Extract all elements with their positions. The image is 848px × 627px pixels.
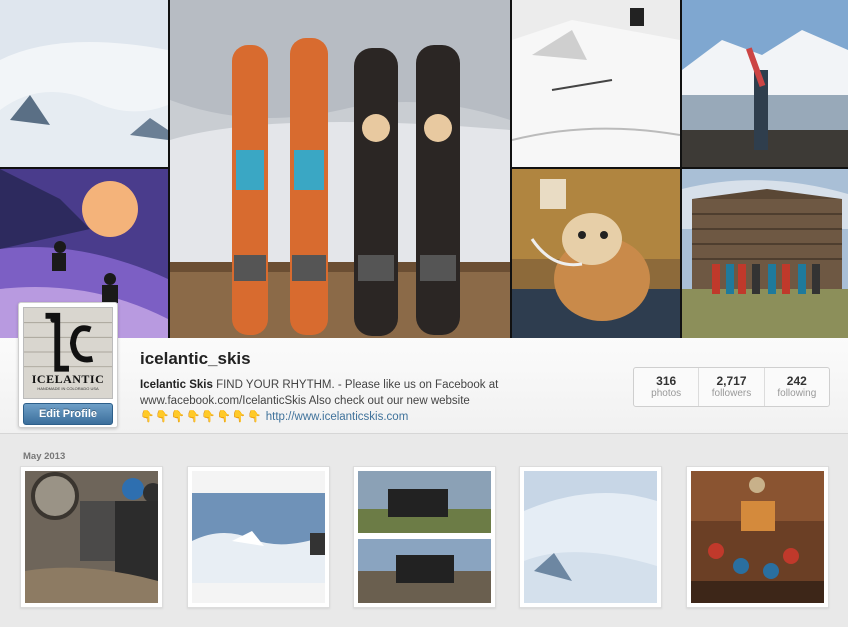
- feed-photo-jeep-collage[interactable]: [353, 466, 496, 608]
- stat-following[interactable]: 242 following: [763, 368, 829, 406]
- feed-photo-snow-kicker[interactable]: [187, 466, 330, 608]
- mosaic-photo-log-cabin[interactable]: [682, 169, 848, 338]
- stat-value: 242: [786, 374, 807, 388]
- stat-label: photos: [651, 388, 682, 399]
- edit-profile-button[interactable]: Edit Profile: [23, 403, 113, 425]
- feed-photo-cabin-gathering[interactable]: [686, 466, 829, 608]
- stat-value: 2,717: [716, 374, 747, 388]
- avatar-logo-subtext: HANDMADE IN COLORADO USA: [37, 386, 99, 391]
- mosaic-photo-skis-railing[interactable]: [170, 0, 510, 338]
- bio-name: Icelantic Skis: [140, 379, 213, 391]
- website-link[interactable]: http://www.icelanticskis.com: [266, 411, 409, 423]
- profile-stats: 316 photos 2,717 followers 242 following: [633, 367, 830, 407]
- avatar[interactable]: ICELANTIC HANDMADE IN COLORADO USA: [23, 307, 113, 399]
- stat-label: following: [777, 388, 817, 399]
- stat-label: followers: [711, 388, 752, 399]
- mosaic-photo-terrain-park[interactable]: [512, 0, 680, 167]
- stat-value: 316: [656, 374, 677, 388]
- avatar-card: ICELANTIC HANDMADE IN COLORADO USA Edit …: [18, 302, 118, 428]
- mosaic-photo-skier-shore[interactable]: [682, 0, 848, 167]
- mosaic-photo-snow-slope[interactable]: [0, 0, 168, 167]
- mosaic-photo-bulldog[interactable]: [512, 169, 680, 338]
- avatar-logo-text: ICELANTIC: [31, 372, 105, 386]
- stat-followers[interactable]: 2,717 followers: [698, 368, 763, 406]
- bio: Icelantic Skis FIND YOUR RHYTHM. - Pleas…: [140, 377, 520, 425]
- cover-mosaic: [0, 0, 848, 338]
- pointing-down-emoji-row: 👇👇👇👇👇👇👇👇: [140, 411, 263, 423]
- stat-photos[interactable]: 316 photos: [634, 368, 698, 406]
- feed-photo-ski-workshop[interactable]: [20, 466, 163, 608]
- month-label: May 2013: [23, 451, 66, 462]
- feed-photo-snowy-slope[interactable]: [519, 466, 662, 608]
- username: icelantic_skis: [140, 349, 251, 368]
